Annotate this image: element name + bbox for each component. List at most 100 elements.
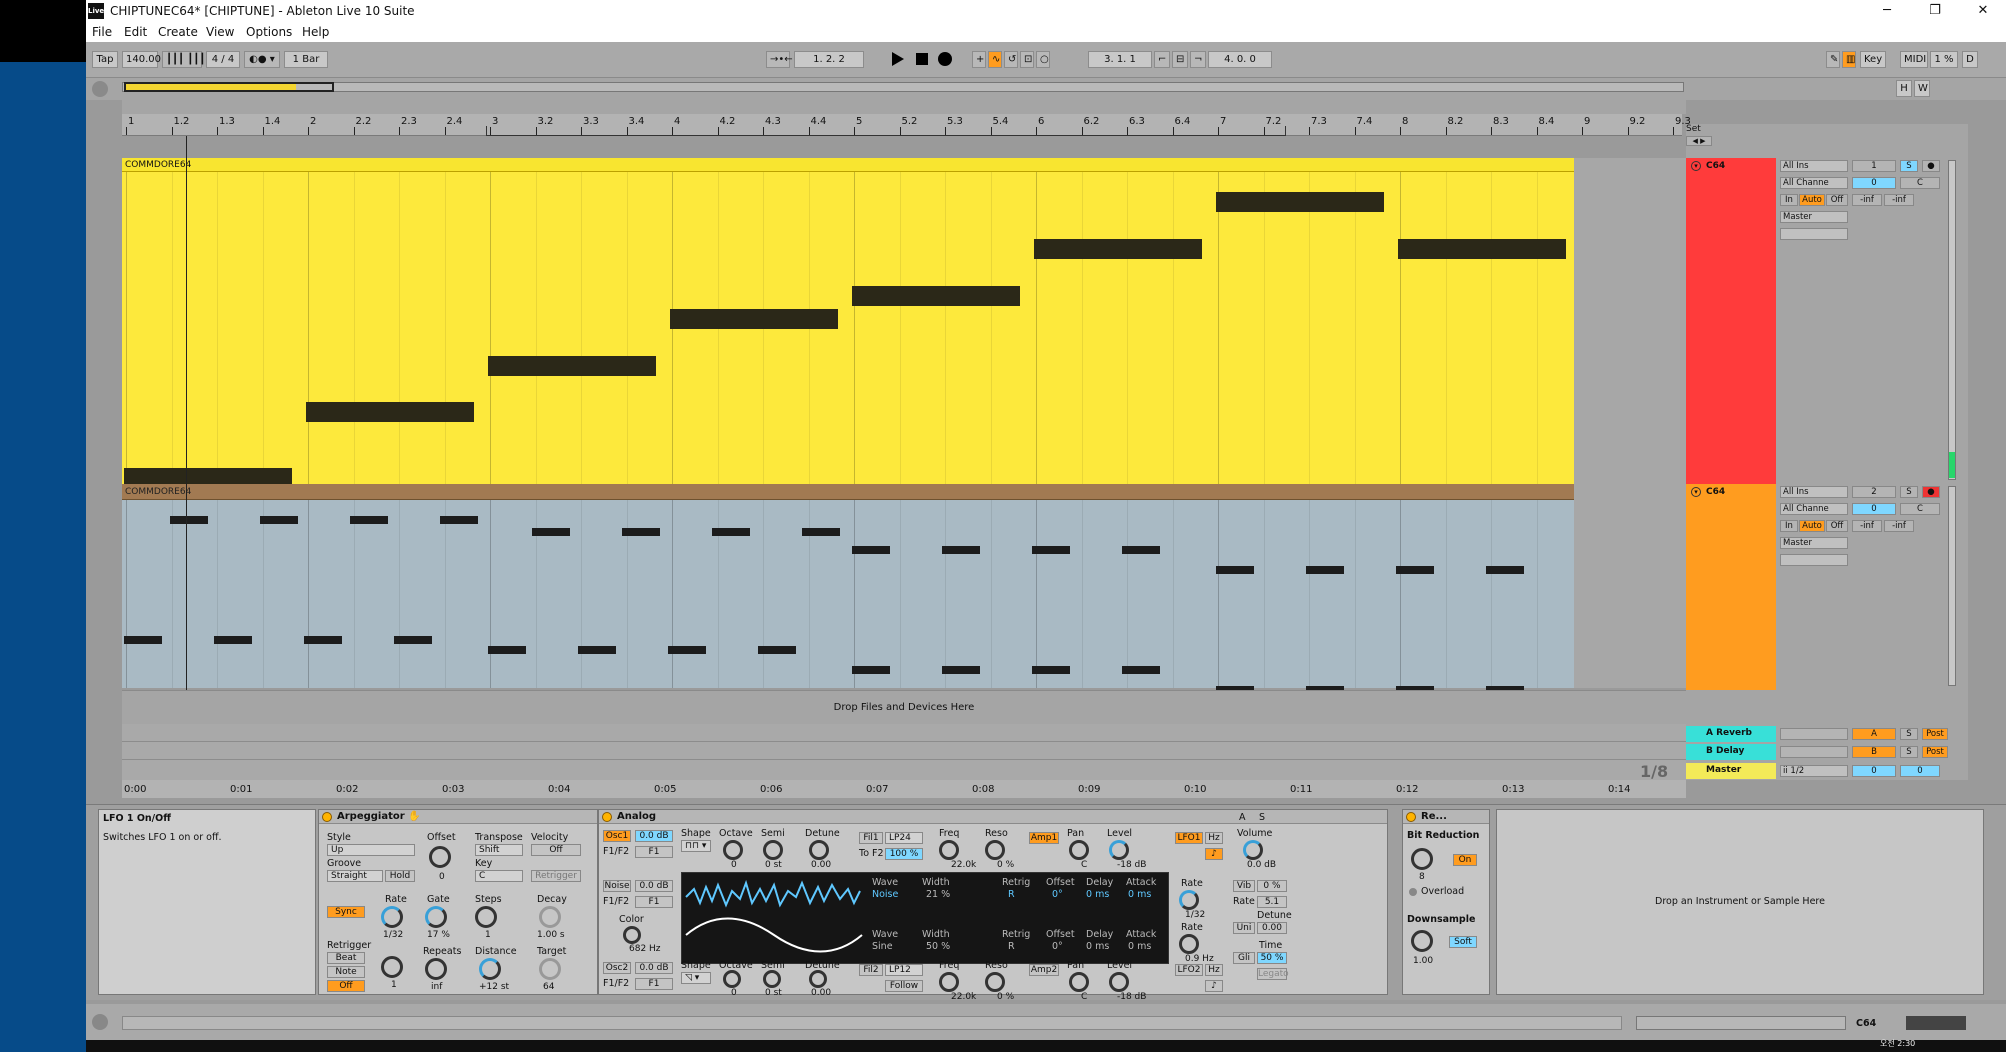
loop-brace[interactable] — [486, 126, 1286, 136]
track-2-solo[interactable]: S — [1900, 486, 1918, 498]
midi-note[interactable] — [1398, 239, 1566, 259]
arp-retrig-note[interactable]: Note — [327, 966, 365, 978]
menu-create[interactable]: Create — [158, 22, 198, 42]
track-2-fold-icon[interactable]: ▾ — [1691, 487, 1701, 497]
punch-in-icon[interactable]: ⌐ — [1154, 51, 1170, 68]
clip-1-header[interactable]: COMMDORE64 — [122, 158, 1574, 172]
uni-detune[interactable]: 0.00 — [1257, 922, 1287, 934]
arp-groove-menu[interactable]: Straight — [327, 870, 383, 882]
capture-icon[interactable]: ⊡ — [1020, 51, 1034, 68]
track-1-monitor-auto[interactable]: Auto — [1799, 194, 1825, 206]
fil2-follow[interactable]: Follow — [885, 980, 923, 992]
midi-note[interactable] — [802, 528, 840, 536]
arrow-nav-icon[interactable]: ◀ ▶ — [1686, 136, 1712, 146]
legato-toggle[interactable]: Legato — [1257, 968, 1289, 980]
clip-2-header[interactable]: COMMDORE64 — [122, 484, 1574, 500]
track-1-solo[interactable]: S — [1900, 160, 1918, 172]
track-1-channel[interactable]: All Channe — [1780, 177, 1848, 189]
track-1-lane[interactable] — [122, 158, 1583, 488]
fil1-to-f2[interactable]: 100 % — [885, 848, 923, 860]
downsample-soft[interactable]: Soft — [1449, 936, 1477, 948]
midi-note[interactable] — [1396, 566, 1434, 574]
automation-arm-icon[interactable]: ∿ — [988, 51, 1002, 68]
osc2-semi-knob[interactable] — [763, 970, 781, 988]
time-ruler[interactable]: 0:00 0:01 0:02 0:03 0:04 0:05 0:06 0:07 0:08 0:09… — [122, 780, 1686, 798]
midi-note[interactable] — [304, 636, 342, 644]
time-signature-field[interactable]: 4 / 4 — [206, 51, 240, 68]
master-output[interactable]: ii 1/2 — [1780, 765, 1848, 777]
play-icon[interactable] — [892, 52, 904, 66]
noise-route[interactable]: F1 — [635, 896, 673, 908]
lfo1-delay-value[interactable]: 0 ms — [1086, 889, 1109, 900]
arp-hold-button[interactable]: Hold — [385, 870, 415, 882]
vib-amount[interactable]: 0 % — [1257, 880, 1287, 892]
lfo1-sync-icon[interactable]: ♪ — [1205, 848, 1223, 860]
midi-note[interactable] — [1122, 546, 1160, 554]
osc1-detune-knob[interactable] — [809, 840, 829, 860]
vib-toggle[interactable]: Vib — [1233, 880, 1255, 892]
return-a-solo[interactable]: S — [1900, 728, 1918, 740]
status-nav-icon[interactable] — [92, 1014, 108, 1030]
midi-note[interactable] — [852, 546, 890, 554]
maximize-button[interactable]: ❐ — [1912, 0, 1958, 22]
osc2-toggle[interactable]: Osc2 — [603, 962, 631, 974]
overdub-icon[interactable]: + — [972, 51, 986, 68]
instrument-drop-area[interactable]: Drop an Instrument or Sample Here — [1496, 809, 1984, 995]
tempo-field[interactable]: 140.00 — [122, 51, 161, 68]
track-2-lane[interactable] — [122, 484, 1583, 694]
arpeggiator-power-icon[interactable] — [322, 812, 332, 822]
loop-switch-icon[interactable]: ⊟ — [1172, 51, 1188, 68]
midi-note[interactable] — [124, 636, 162, 644]
fil1-type[interactable]: LP24 — [885, 832, 923, 844]
osc1-level[interactable]: 0.0 dB — [635, 830, 673, 842]
key-map-button[interactable]: Key — [1860, 51, 1886, 68]
osc2-detune-knob[interactable] — [809, 970, 827, 988]
bit-reduction-on[interactable]: On — [1453, 854, 1477, 866]
glide-toggle[interactable]: Gli — [1233, 952, 1255, 964]
menu-file[interactable]: File — [92, 22, 112, 42]
menu-options[interactable]: Options — [246, 22, 292, 42]
tap-button[interactable]: Tap — [92, 51, 118, 68]
grid-fraction-label[interactable]: 1/8 — [1640, 762, 1668, 781]
follow-icon[interactable]: →•← — [766, 51, 793, 68]
arp-key-menu[interactable]: C — [475, 870, 523, 882]
lfo1-toggle[interactable]: LFO1 — [1175, 832, 1203, 844]
midi-note[interactable] — [852, 666, 890, 674]
amp1-toggle[interactable]: Amp1 — [1029, 832, 1059, 844]
midi-note[interactable] — [260, 516, 298, 524]
midi-note[interactable] — [1032, 666, 1070, 674]
noise-level[interactable]: 0.0 dB — [635, 880, 673, 892]
midi-note[interactable] — [394, 636, 432, 644]
arp-retrig-off[interactable]: Off — [327, 980, 365, 992]
osc1-shape-menu[interactable]: ⊓⊓ ▾ — [681, 840, 711, 852]
amp1-pan-knob[interactable] — [1069, 840, 1089, 860]
arp-retrig-beat[interactable]: Beat — [327, 952, 365, 964]
lfo1-width-value[interactable]: 21 % — [926, 889, 950, 900]
overview-h-button[interactable]: H — [1896, 80, 1912, 97]
midi-note[interactable] — [578, 646, 616, 654]
arrangement-overview[interactable]: H W — [86, 78, 2006, 100]
arp-retrig-knob[interactable] — [381, 956, 403, 978]
track-1-fold-icon[interactable]: ▾ — [1691, 161, 1701, 171]
midi-note[interactable] — [1216, 192, 1384, 212]
return-b-letter[interactable]: B — [1852, 746, 1896, 758]
midi-map-button[interactable]: MIDI — [1900, 51, 1928, 68]
metronome-toggle[interactable]: ◐● ▾ — [244, 51, 280, 68]
arp-velocity-toggle[interactable]: Off — [531, 844, 581, 856]
lfo2-delay-value[interactable]: 0 ms — [1086, 941, 1109, 952]
amp2-pan-knob[interactable] — [1069, 972, 1089, 992]
arp-sync-button[interactable]: Sync — [327, 906, 365, 918]
menu-help[interactable]: Help — [302, 22, 329, 42]
lfo2-attack-value[interactable]: 0 ms — [1128, 941, 1151, 952]
track-1-volume[interactable]: 0 — [1852, 177, 1896, 189]
glide-time[interactable]: 50 % — [1257, 952, 1287, 964]
scrubbar[interactable] — [122, 100, 1686, 114]
punch-out-icon[interactable]: ¬ — [1190, 51, 1206, 68]
lfo1-attack-value[interactable]: 0 ms — [1128, 889, 1151, 900]
loop-length-field[interactable]: 4. 0. 0 — [1208, 51, 1272, 68]
midi-note[interactable] — [942, 546, 980, 554]
midi-note[interactable] — [668, 646, 706, 654]
session-record-icon[interactable]: ○ — [1036, 51, 1050, 68]
lfo1-retrig-toggle[interactable]: R — [1008, 889, 1015, 900]
midi-note[interactable] — [1122, 666, 1160, 674]
